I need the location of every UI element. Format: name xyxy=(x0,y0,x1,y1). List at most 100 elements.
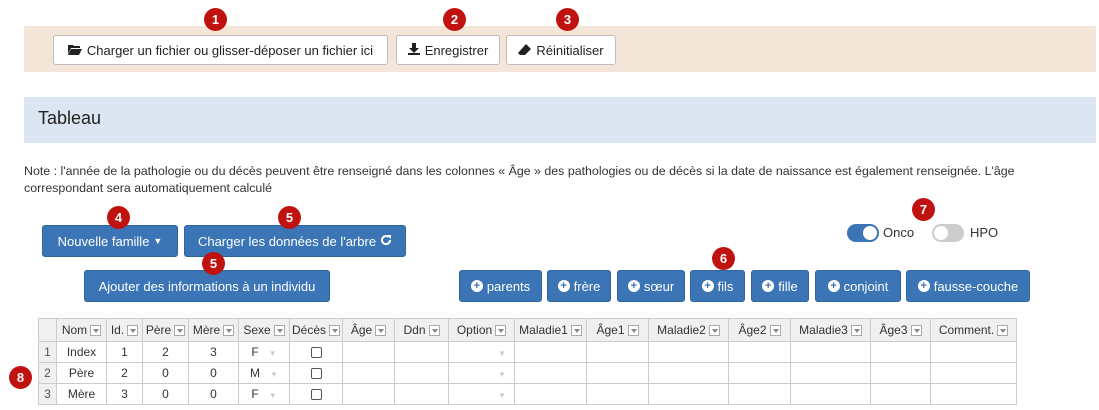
upload-file-button[interactable]: Charger un fichier ou glisser-déposer un… xyxy=(53,35,388,65)
cell-pere[interactable]: 0 xyxy=(142,383,189,405)
add-sister-label: sœur xyxy=(643,278,675,294)
cell-pere[interactable]: 0 xyxy=(142,362,189,384)
new-family-dropdown[interactable]: Nouvelle famille ▼ xyxy=(42,225,178,257)
cell-id[interactable]: 1 xyxy=(106,341,143,363)
filter-icon xyxy=(428,325,440,337)
table-row: 2 Père 2 0 0 M ▼ ▼ xyxy=(38,362,1018,384)
cell-age1[interactable] xyxy=(586,362,650,384)
add-parents-label: parents xyxy=(486,278,531,294)
cell-age[interactable] xyxy=(342,383,396,405)
cell-maladie1[interactable] xyxy=(514,341,588,363)
cell-option[interactable]: ▼ xyxy=(448,341,516,363)
cell-id[interactable]: 3 xyxy=(106,383,143,405)
step-badge: 1 xyxy=(204,8,227,31)
cell-mere[interactable]: 0 xyxy=(188,362,239,384)
corner-cell xyxy=(38,318,57,342)
cell-comment[interactable] xyxy=(930,341,1018,363)
add-spouse-button[interactable]: + conjoint xyxy=(815,270,901,302)
add-miscarriage-button[interactable]: + fausse-couche xyxy=(906,270,1030,302)
filter-icon xyxy=(627,325,639,337)
cell-age[interactable] xyxy=(342,362,396,384)
cell-comment[interactable] xyxy=(930,362,1018,384)
add-sister-button[interactable]: + sœur xyxy=(617,270,685,302)
add-daughter-button[interactable]: + fille xyxy=(751,270,809,302)
row-number: 2 xyxy=(38,362,57,384)
plus-circle-icon: + xyxy=(701,280,714,292)
table-header-row: Nom Id. Père Mère Sexe Décès Âge Ddn Opt… xyxy=(38,318,1018,342)
add-spouse-label: conjoint xyxy=(843,278,889,294)
cell-age2[interactable] xyxy=(728,362,792,384)
row-number: 1 xyxy=(38,341,57,363)
cell-deces[interactable] xyxy=(288,341,344,363)
cell-maladie1[interactable] xyxy=(514,362,588,384)
column-header[interactable]: Maladie1 xyxy=(514,318,588,342)
cell-maladie2[interactable] xyxy=(648,383,730,405)
column-header[interactable]: Id. xyxy=(106,318,143,342)
column-header[interactable]: Comment. xyxy=(930,318,1018,342)
onco-toggle[interactable] xyxy=(847,224,879,242)
column-header[interactable]: Ddn xyxy=(394,318,450,342)
step-badge: 8 xyxy=(9,366,32,389)
hpo-toggle[interactable] xyxy=(932,224,964,242)
reset-button[interactable]: Réinitialiser xyxy=(506,35,616,65)
column-header[interactable]: Maladie2 xyxy=(648,318,730,342)
filter-icon xyxy=(174,325,186,337)
section-title: Tableau xyxy=(38,108,102,128)
cell-maladie2[interactable] xyxy=(648,362,730,384)
cell-nom[interactable]: Mère xyxy=(56,383,107,405)
cell-age1[interactable] xyxy=(586,383,650,405)
cell-mere[interactable]: 0 xyxy=(188,383,239,405)
column-header[interactable]: Âge xyxy=(342,318,396,342)
add-daughter-label: fille xyxy=(778,278,798,294)
plus-circle-icon: + xyxy=(627,280,640,292)
cell-nom[interactable]: Index xyxy=(56,341,107,363)
cell-age2[interactable] xyxy=(728,341,792,363)
column-header[interactable]: Sexe xyxy=(238,318,290,342)
cell-mere[interactable]: 3 xyxy=(188,341,239,363)
cell-age3[interactable] xyxy=(870,383,932,405)
cell-ddn[interactable] xyxy=(394,383,450,405)
cell-comment[interactable] xyxy=(930,383,1018,405)
cell-deces[interactable] xyxy=(288,383,344,405)
cell-sexe[interactable]: F ▼ xyxy=(238,341,290,363)
cell-ddn[interactable] xyxy=(394,362,450,384)
cell-pere[interactable]: 2 xyxy=(142,341,189,363)
column-header[interactable]: Père xyxy=(142,318,189,342)
cell-age2[interactable] xyxy=(728,383,792,405)
cell-nom[interactable]: Père xyxy=(56,362,107,384)
column-header[interactable]: Mère xyxy=(188,318,239,342)
add-son-button[interactable]: + fils xyxy=(690,270,745,302)
column-header[interactable]: Nom xyxy=(56,318,107,342)
add-brother-button[interactable]: + frère xyxy=(547,270,611,302)
cell-maladie1[interactable] xyxy=(514,383,588,405)
column-header[interactable]: Décès xyxy=(288,318,344,342)
cell-deces[interactable] xyxy=(288,362,344,384)
cell-id[interactable]: 2 xyxy=(106,362,143,384)
cell-maladie3[interactable] xyxy=(790,341,872,363)
cell-maladie2[interactable] xyxy=(648,341,730,363)
filter-icon xyxy=(708,325,720,337)
caret-down-icon: ▼ xyxy=(153,236,163,246)
cell-age3[interactable] xyxy=(870,362,932,384)
save-button[interactable]: Enregistrer xyxy=(396,35,500,65)
column-header[interactable]: Âge3 xyxy=(870,318,932,342)
cell-age[interactable] xyxy=(342,341,396,363)
step-badge: 7 xyxy=(912,198,935,221)
column-header[interactable]: Option xyxy=(448,318,516,342)
cell-option[interactable]: ▼ xyxy=(448,383,516,405)
cell-maladie3[interactable] xyxy=(790,362,872,384)
cell-age1[interactable] xyxy=(586,341,650,363)
cell-maladie3[interactable] xyxy=(790,383,872,405)
column-header[interactable]: Âge2 xyxy=(728,318,792,342)
cell-age3[interactable] xyxy=(870,341,932,363)
cell-option[interactable]: ▼ xyxy=(448,362,516,384)
cell-ddn[interactable] xyxy=(394,341,450,363)
add-info-button[interactable]: Ajouter des informations à un individu xyxy=(84,270,330,302)
column-header[interactable]: Maladie3 xyxy=(790,318,872,342)
column-header[interactable]: Âge1 xyxy=(586,318,650,342)
cell-sexe[interactable]: M ▼ xyxy=(238,362,290,384)
add-parents-button[interactable]: + parents xyxy=(459,270,542,302)
cell-sexe[interactable]: F ▼ xyxy=(238,383,290,405)
filter-icon xyxy=(910,325,922,337)
step-badge: 5 xyxy=(202,252,225,275)
